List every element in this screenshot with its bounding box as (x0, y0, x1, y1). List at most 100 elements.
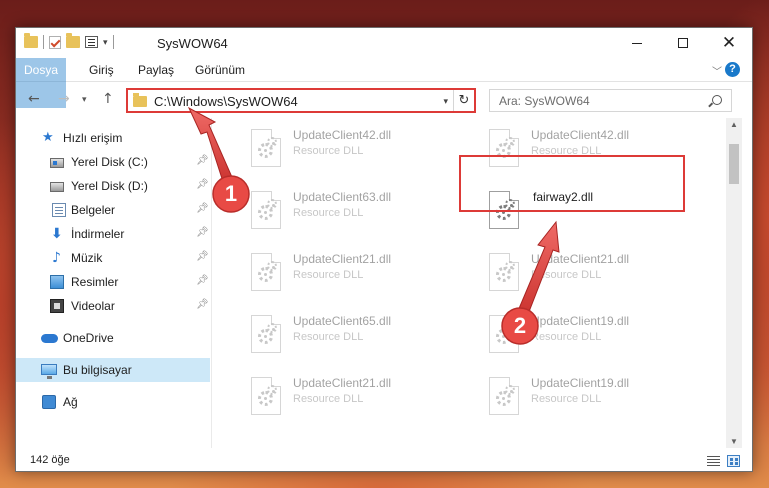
details-view-icon[interactable] (707, 456, 720, 466)
toolbar-separator (112, 35, 114, 49)
sidebar-item-label: Yerel Disk (C:) (71, 155, 148, 169)
pin-icon[interactable]: 📌︎ (196, 299, 209, 310)
pin-icon[interactable]: 📌︎ (196, 179, 209, 190)
tab-share[interactable]: Paylaş (138, 58, 174, 82)
file-item[interactable]: UpdateClient21.dll Resource DLL (243, 248, 479, 298)
search-icon[interactable] (712, 95, 722, 105)
file-name: UpdateClient65.dll (293, 314, 392, 328)
vertical-scrollbar[interactable]: ▲ ▼ (726, 118, 742, 448)
dll-file-icon (251, 129, 281, 167)
address-bar[interactable]: C:\Windows\SysWOW64 ▾ ↻ (126, 88, 476, 113)
refresh-icon[interactable]: ↻ (453, 90, 474, 111)
sidebar-item-label: Hızlı erişim (63, 131, 123, 145)
pin-icon[interactable]: 📌︎ (196, 251, 209, 262)
chevron-down-icon[interactable]: ▾ (103, 37, 108, 48)
item-count: 142 öğe (30, 454, 70, 466)
recent-locations-chevron-icon[interactable]: ▾ (82, 95, 87, 105)
file-item[interactable]: UpdateClient21.dll Resource DLL (243, 372, 479, 422)
sidebar-item-label: Resimler (71, 275, 119, 289)
minimize-button[interactable] (614, 28, 660, 58)
window-title: SysWOW64 (157, 36, 228, 51)
sidebar-item-label: İndirmeler (71, 227, 125, 241)
search-box[interactable]: Ara: SysWOW64 (489, 89, 732, 112)
file-name: UpdateClient19.dll (531, 376, 630, 390)
sidebar-item-label: Ağ (63, 395, 78, 409)
large-icons-view-icon[interactable] (727, 455, 740, 467)
customize-icon[interactable] (85, 36, 98, 48)
file-type: Resource DLL (293, 145, 364, 157)
folder-icon (133, 93, 147, 107)
tab-view[interactable]: Görünüm (195, 58, 245, 82)
sidebar-item-documents[interactable]: Belgeler 📌︎ (16, 198, 210, 222)
sidebar-item-label: Belgeler (71, 203, 116, 217)
sidebar-item-onedrive[interactable]: OneDrive (16, 326, 210, 350)
status-bar: 142 öğe (16, 449, 752, 471)
help-icon[interactable]: ? (725, 62, 740, 77)
dll-file-icon (489, 377, 519, 415)
step-1-label: 1 (224, 181, 238, 206)
dll-file-icon (251, 191, 281, 229)
file-item[interactable]: UpdateClient19.dll Resource DLL (481, 372, 717, 422)
gear-icon (505, 261, 515, 271)
properties-check-icon[interactable] (49, 35, 61, 49)
toolbar-separator (43, 35, 44, 49)
drive-icon (50, 182, 64, 192)
expand-ribbon-icon[interactable]: ﹀ (712, 63, 722, 78)
explorer-window: ▾ SysWOW64 ✕ Dosya Giriş Paylaş Görünüm … (15, 27, 753, 472)
file-type: Resource DLL (531, 269, 602, 281)
pin-icon[interactable]: 📌︎ (196, 203, 209, 214)
pin-icon[interactable]: 📌︎ (196, 155, 209, 166)
file-type: Resource DLL (293, 269, 364, 281)
sidebar-item-videos[interactable]: Videolar 📌︎ (16, 294, 210, 318)
sidebar-item-quick-access[interactable]: ★ Hızlı erişim (16, 126, 210, 150)
new-folder-icon[interactable] (66, 33, 80, 48)
navigation-pane: ★ Hızlı erişim Yerel Disk (C:) 📌︎ Yerel … (16, 118, 212, 448)
navigation-bar: ← → ▾ ↑ C:\Windows\SysWOW64 ▾ ↻ Ara: Sys… (16, 83, 752, 117)
sidebar-item-local-disk-c[interactable]: Yerel Disk (C:) 📌︎ (16, 150, 210, 174)
pictures-icon (50, 275, 64, 289)
scroll-down-icon[interactable]: ▼ (730, 437, 738, 446)
sidebar-item-local-disk-d[interactable]: Yerel Disk (D:) 📌︎ (16, 174, 210, 198)
close-button[interactable]: ✕ (706, 28, 752, 58)
file-item[interactable]: UpdateClient63.dll Resource DLL (243, 186, 479, 236)
file-type: Resource DLL (531, 393, 602, 405)
dll-file-icon (251, 253, 281, 291)
file-item[interactable]: UpdateClient65.dll Resource DLL (243, 310, 479, 360)
sidebar-item-music[interactable]: ♪ Müzik 📌︎ (16, 246, 210, 270)
file-type: Resource DLL (531, 331, 602, 343)
gear-icon (267, 261, 277, 271)
gear-icon (505, 385, 515, 395)
file-name: UpdateClient21.dll (293, 252, 392, 266)
file-type: Resource DLL (293, 331, 364, 343)
address-history-chevron-icon[interactable]: ▾ (443, 96, 448, 107)
file-item[interactable]: UpdateClient42.dll Resource DLL (243, 124, 479, 174)
sidebar-item-network[interactable]: Ağ (16, 390, 210, 414)
sidebar-item-label: Yerel Disk (D:) (71, 179, 148, 193)
network-icon (42, 395, 56, 409)
music-icon: ♪ (52, 250, 61, 266)
gear-icon (267, 385, 277, 395)
scroll-up-icon[interactable]: ▲ (730, 120, 738, 129)
quick-access-toolbar: ▾ (24, 33, 114, 49)
search-placeholder: Ara: SysWOW64 (499, 94, 590, 108)
sidebar-item-label: Bu bilgisayar (63, 363, 132, 377)
gear-icon (267, 323, 277, 333)
pin-icon[interactable]: 📌︎ (196, 227, 209, 238)
sidebar-item-pictures[interactable]: Resimler 📌︎ (16, 270, 210, 294)
address-path[interactable]: C:\Windows\SysWOW64 (154, 94, 298, 109)
scrollbar-thumb[interactable] (729, 144, 739, 184)
pin-icon[interactable]: 📌︎ (196, 275, 209, 286)
sidebar-item-downloads[interactable]: ⬇ İndirmeler 📌︎ (16, 222, 210, 246)
forward-arrow-icon[interactable]: → (58, 91, 70, 107)
sidebar-item-this-pc[interactable]: Bu bilgisayar (16, 358, 210, 382)
up-arrow-icon[interactable]: ↑ (102, 91, 114, 107)
maximize-button[interactable] (660, 28, 706, 58)
file-name: UpdateClient42.dll (531, 128, 630, 142)
close-icon: ✕ (721, 32, 737, 53)
downloads-icon: ⬇ (51, 226, 63, 242)
drive-icon (50, 158, 64, 168)
tab-home[interactable]: Giriş (89, 58, 114, 82)
back-arrow-icon[interactable]: ← (28, 91, 40, 107)
file-item[interactable]: UpdateClient21.dll Resource DLL (481, 248, 717, 298)
minimize-icon (632, 42, 642, 44)
